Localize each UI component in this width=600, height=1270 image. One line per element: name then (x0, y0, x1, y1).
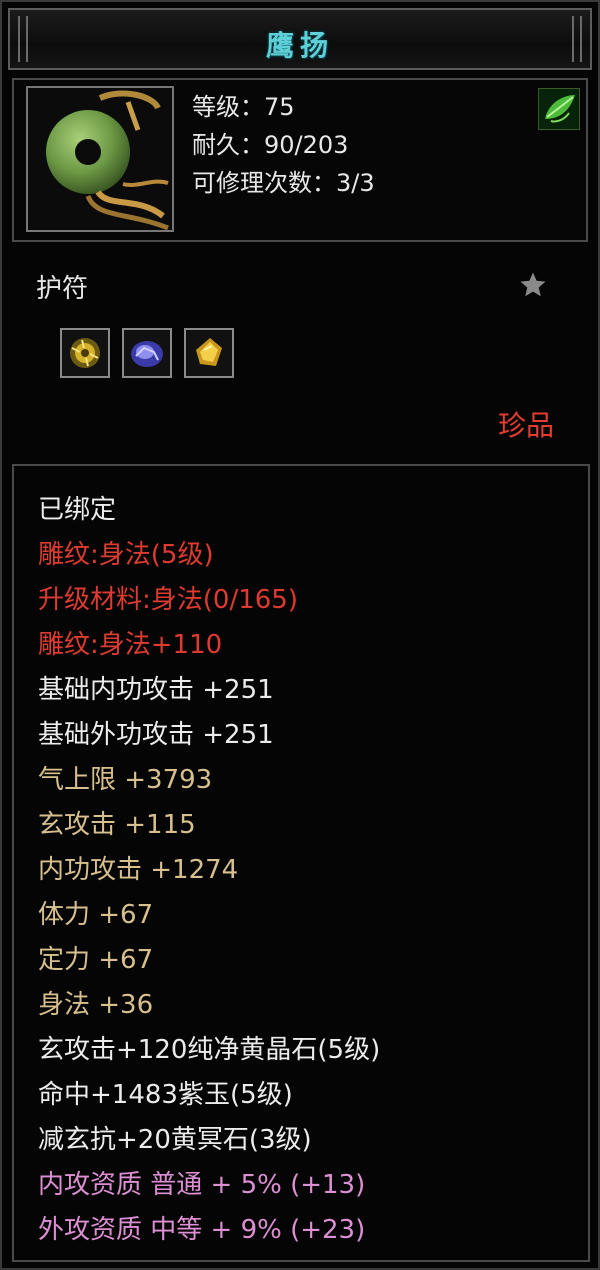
attribute-line: 玄攻击 +115 (38, 810, 196, 840)
attribute-line: 体力 +67 (38, 900, 154, 930)
star-icon[interactable] (518, 270, 548, 304)
attribute-line: 已绑定 (38, 495, 117, 525)
attribute-line: 气上限 +3793 (38, 765, 213, 795)
attribute-line: 基础内功攻击 +251 (38, 675, 274, 705)
attribute-line: 雕纹:身法(5级) (38, 540, 214, 570)
durability-stat: 耐久：90/203 (192, 131, 349, 159)
attribute-line: 定力 +67 (38, 945, 154, 975)
attribute-line: 外攻资质 中等 + 9% (+23) (38, 1215, 366, 1245)
attribute-line: 内功攻击 +1274 (38, 855, 239, 885)
gold-gem-icon (184, 328, 234, 378)
attribute-line: 内攻资质 普通 + 5% (+13) (38, 1170, 366, 1200)
jade-pendant-icon (26, 86, 174, 232)
repair-count-stat: 可修理次数：3/3 (192, 169, 375, 197)
attribute-line: 基础外功攻击 +251 (38, 720, 274, 750)
attribute-line: 身法 +36 (38, 990, 154, 1020)
attribute-line: 减玄抗+20黄冥石(3级) (38, 1125, 312, 1155)
item-type-section: 护符 珍品 (12, 254, 588, 454)
item-type: 护符 (36, 274, 89, 304)
quality-label: 珍品 (497, 409, 554, 442)
attributes-section: 已绑定雕纹:身法(5级) 升级材料:身法(0/165) 雕纹:身法+110 基础内功攻… (12, 464, 590, 1262)
item-info-section: 等级：75 耐久：90/203 可修理次数：3/3 (12, 78, 588, 242)
attribute-line: 玄攻击+120纯净黄晶石(5级) (38, 1035, 381, 1065)
purple-gem-icon (122, 328, 172, 378)
yellow-gem-icon (60, 328, 110, 378)
green-leaf-icon (538, 88, 580, 130)
attribute-line: 雕纹:身法+110 (38, 630, 223, 660)
title-bar: 鹰扬 (8, 8, 592, 70)
item-name: 鹰扬 (265, 29, 334, 62)
attribute-line: 升级材料:身法(0/165) (38, 585, 298, 615)
level-stat: 等级：75 (192, 93, 295, 121)
attribute-line: 命中+1483紫玉(5级) (38, 1080, 293, 1110)
item-tooltip: 鹰扬 等级：75 耐久：90/203 可修理次数：3/3 护符 珍品 已绑定 雕… (0, 0, 600, 1270)
item-stats: 等级：75 耐久：90/203 可修理次数：3/3 (192, 88, 375, 202)
